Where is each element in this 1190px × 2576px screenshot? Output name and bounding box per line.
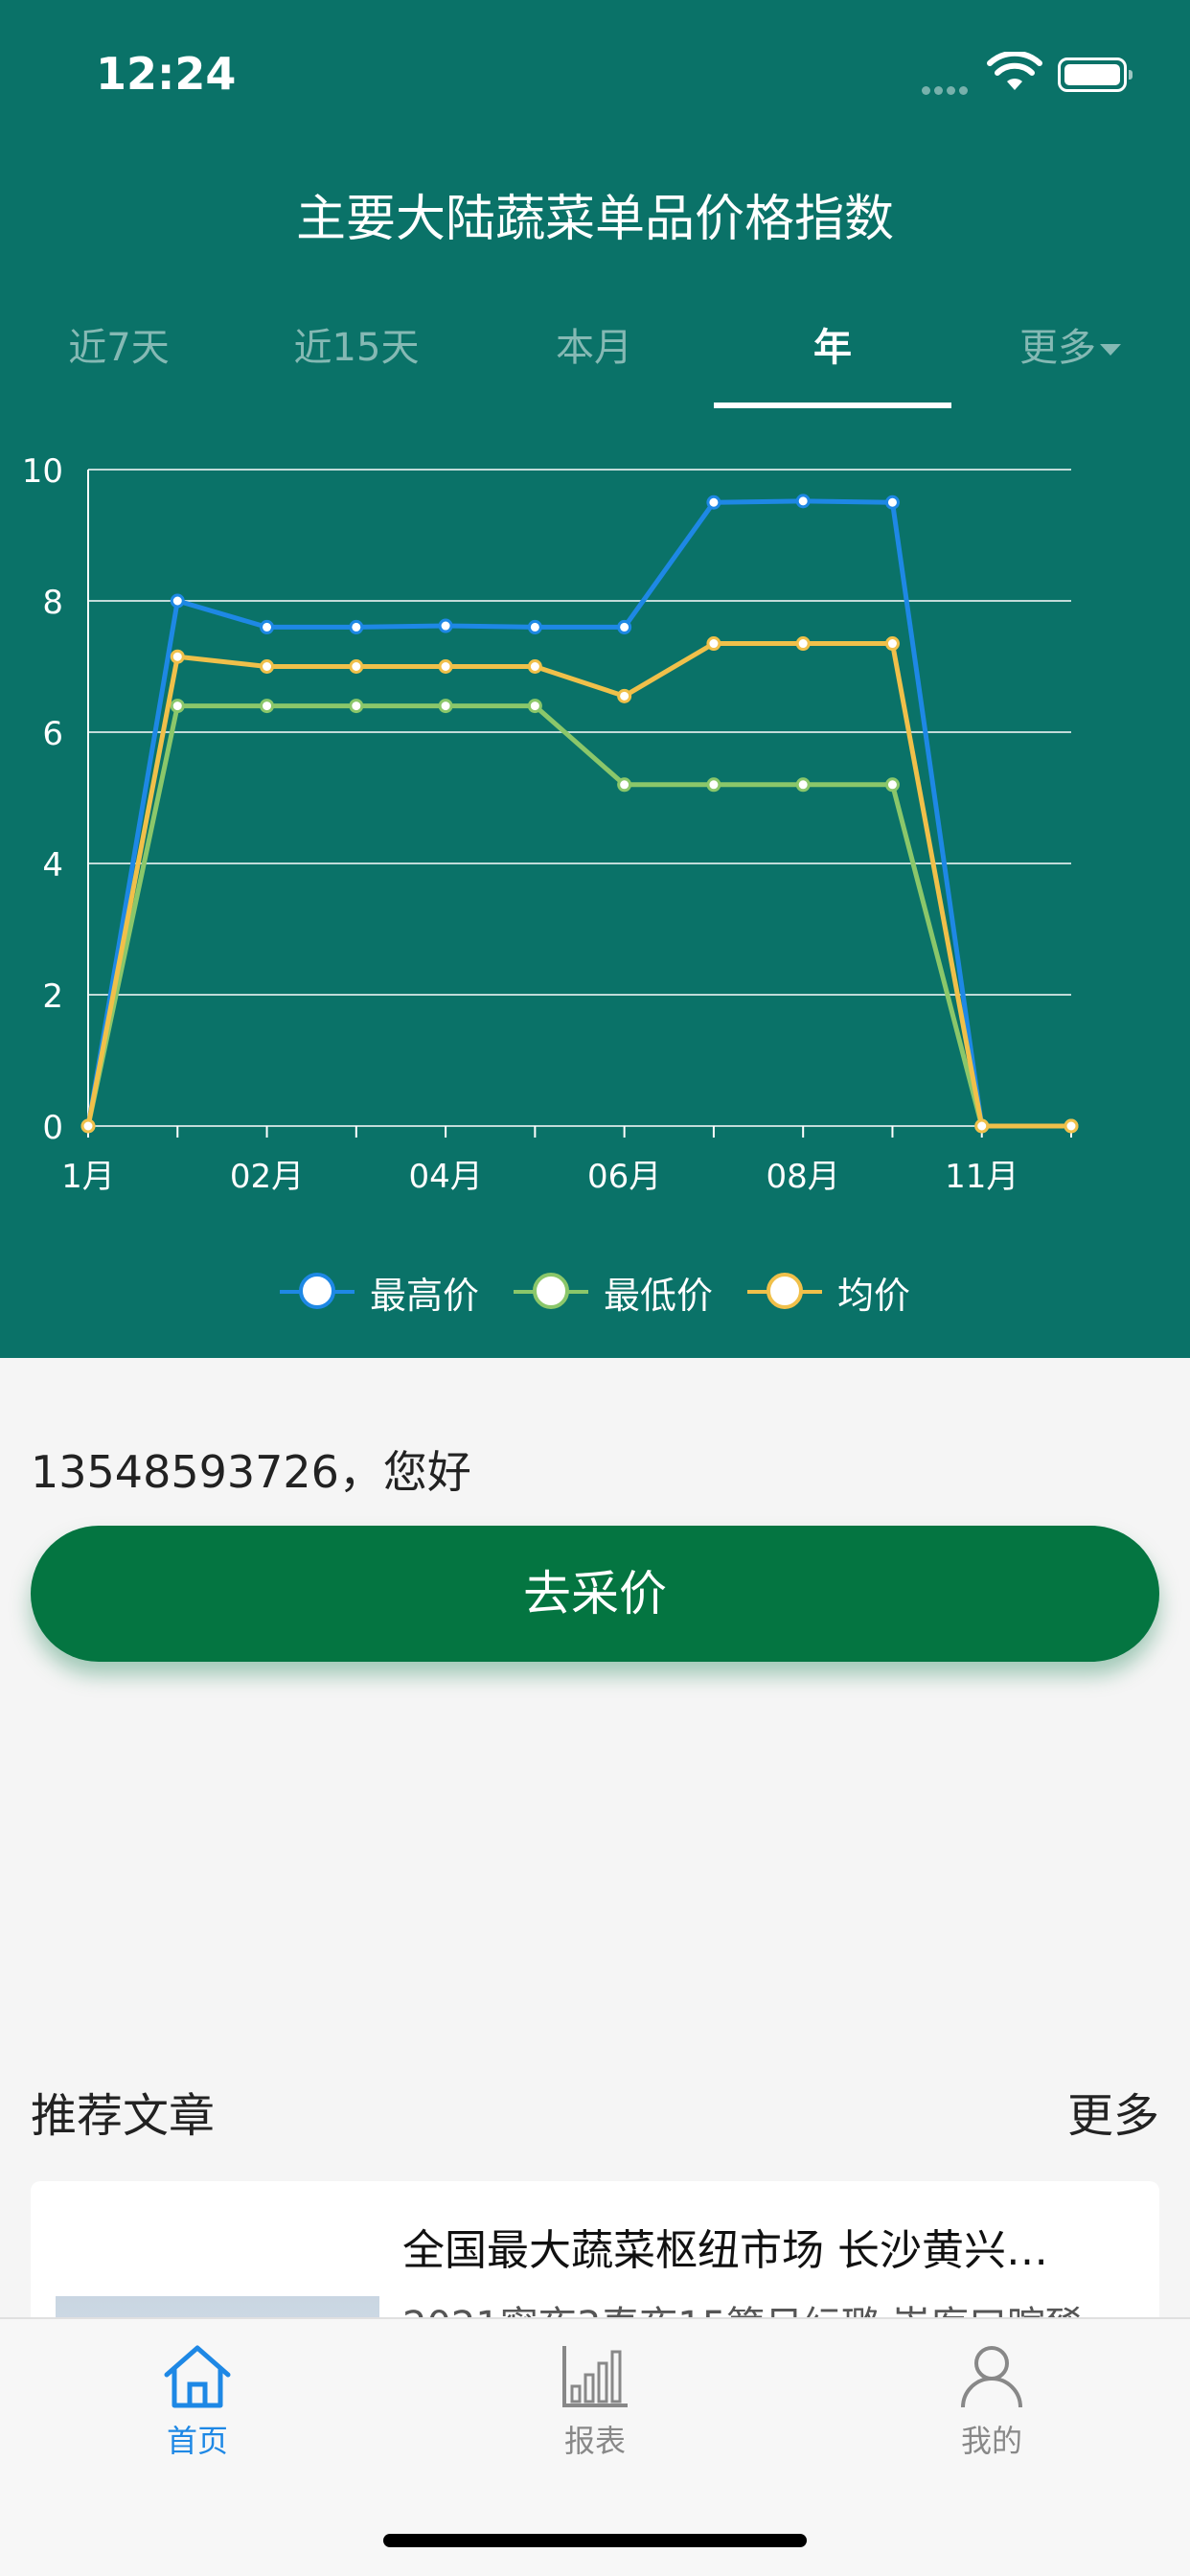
home-indicator bbox=[383, 2534, 807, 2547]
legend-marker-avg bbox=[747, 1271, 822, 1313]
data-point bbox=[349, 619, 364, 634]
active-tab-indicator bbox=[714, 402, 951, 408]
caret-down-icon bbox=[1100, 344, 1121, 356]
tabbar-home-label: 首页 bbox=[166, 2423, 228, 2459]
more-articles-link[interactable]: 更多 bbox=[1067, 2078, 1159, 2145]
home-icon bbox=[164, 2345, 231, 2408]
data-point bbox=[884, 777, 900, 793]
go-price-collect-button[interactable]: 去采价 bbox=[31, 1526, 1159, 1662]
status-bar: 12:24 bbox=[0, 0, 1190, 144]
tabbar-mine[interactable]: 我的 bbox=[896, 2342, 1087, 2461]
y-tick-label: 4 bbox=[42, 846, 63, 885]
y-tick-label: 2 bbox=[42, 978, 63, 1016]
chart-legend: 最高价 最低价 均价 bbox=[0, 1263, 1190, 1321]
tab-7-days[interactable]: 近7天 bbox=[0, 316, 238, 372]
data-point bbox=[170, 649, 185, 664]
data-point bbox=[706, 494, 721, 510]
signal-icon bbox=[922, 80, 972, 99]
data-point bbox=[884, 494, 900, 510]
x-tick-label: 06月 bbox=[587, 1158, 661, 1196]
user-greeting: 13548593726，您好 bbox=[31, 1446, 471, 1498]
tabbar-mine-label: 我的 bbox=[960, 2423, 1022, 2459]
tab-year[interactable]: 年 bbox=[714, 316, 951, 372]
tab-this-month[interactable]: 本月 bbox=[475, 316, 713, 372]
data-point bbox=[527, 699, 542, 714]
data-point bbox=[795, 636, 811, 652]
x-tick-label: 08月 bbox=[767, 1158, 840, 1196]
app-screen: 12:24 主要大陆蔬菜单品价格指数 近7天 近15天 本月 年 更多 0 2 4 6… bbox=[0, 0, 1190, 2576]
data-point bbox=[170, 699, 185, 714]
legend-label-min: 最低价 bbox=[604, 1274, 714, 1317]
tab-15-days[interactable]: 近15天 bbox=[238, 316, 475, 372]
tabbar-home[interactable]: 首页 bbox=[102, 2342, 293, 2461]
data-point bbox=[438, 699, 453, 714]
period-tabs: 近7天 近15天 本月 年 更多 bbox=[0, 307, 1190, 412]
y-tick-label: 0 bbox=[42, 1109, 63, 1147]
data-point bbox=[80, 1118, 96, 1134]
bar-chart-icon bbox=[562, 2346, 628, 2407]
article-title: 全国最大蔬菜枢纽市场 长沙黄兴… bbox=[402, 2226, 1048, 2275]
data-point bbox=[617, 619, 632, 634]
data-point bbox=[438, 659, 453, 674]
x-tick-label: 1月 bbox=[61, 1158, 115, 1196]
page-title: 主要大陆蔬菜单品价格指数 bbox=[295, 191, 894, 248]
data-point bbox=[1064, 1118, 1079, 1134]
wifi-icon bbox=[987, 52, 1042, 90]
data-point bbox=[527, 659, 542, 674]
tabbar-report[interactable]: 报表 bbox=[499, 2342, 691, 2461]
tab-more[interactable]: 更多 bbox=[951, 316, 1189, 372]
legend-item-avg[interactable]: 均价 bbox=[747, 1263, 910, 1321]
section-title: 推荐文章 bbox=[31, 2089, 216, 2143]
data-point bbox=[260, 659, 275, 674]
data-point bbox=[795, 777, 811, 793]
data-point bbox=[260, 619, 275, 634]
data-point bbox=[349, 659, 364, 674]
legend-marker-max bbox=[280, 1271, 355, 1313]
recommended-articles-header: 推荐文章 更多 bbox=[31, 2078, 1159, 2145]
legend-item-min[interactable]: 最低价 bbox=[514, 1263, 713, 1321]
tabbar-report-label: 报表 bbox=[563, 2423, 626, 2459]
data-point bbox=[617, 777, 632, 793]
data-point bbox=[527, 619, 542, 634]
series-line-2 bbox=[85, 703, 1071, 1129]
data-point bbox=[884, 636, 900, 652]
data-point bbox=[349, 699, 364, 714]
data-point bbox=[260, 699, 275, 714]
battery-icon bbox=[1058, 58, 1133, 92]
header-panel: 12:24 主要大陆蔬菜单品价格指数 近7天 近15天 本月 年 更多 0 2 4 6… bbox=[0, 0, 1190, 1358]
data-point bbox=[170, 593, 185, 609]
data-point bbox=[706, 636, 721, 652]
y-tick-label: 6 bbox=[42, 715, 63, 753]
x-tick-label: 02月 bbox=[230, 1158, 304, 1196]
x-tick-label: 04月 bbox=[408, 1158, 482, 1196]
data-point bbox=[617, 688, 632, 703]
user-icon bbox=[961, 2346, 1022, 2408]
price-index-chart: 0 2 4 6 8 10 1月 02月 04月 06月 08月 11月 bbox=[22, 452, 1079, 1196]
legend-label-max: 最高价 bbox=[370, 1274, 480, 1317]
data-point bbox=[438, 618, 453, 633]
data-point bbox=[706, 777, 721, 793]
data-point bbox=[795, 494, 811, 509]
legend-item-max[interactable]: 最高价 bbox=[280, 1263, 479, 1321]
tab-more-label: 更多 bbox=[1019, 326, 1096, 370]
legend-label-avg: 均价 bbox=[837, 1274, 911, 1317]
data-point bbox=[974, 1118, 990, 1134]
legend-marker-min bbox=[514, 1271, 588, 1313]
x-tick-label: 11月 bbox=[945, 1158, 1018, 1196]
y-tick-label: 10 bbox=[22, 452, 63, 491]
status-time: 12:24 bbox=[96, 48, 237, 100]
y-tick-label: 8 bbox=[42, 584, 63, 622]
